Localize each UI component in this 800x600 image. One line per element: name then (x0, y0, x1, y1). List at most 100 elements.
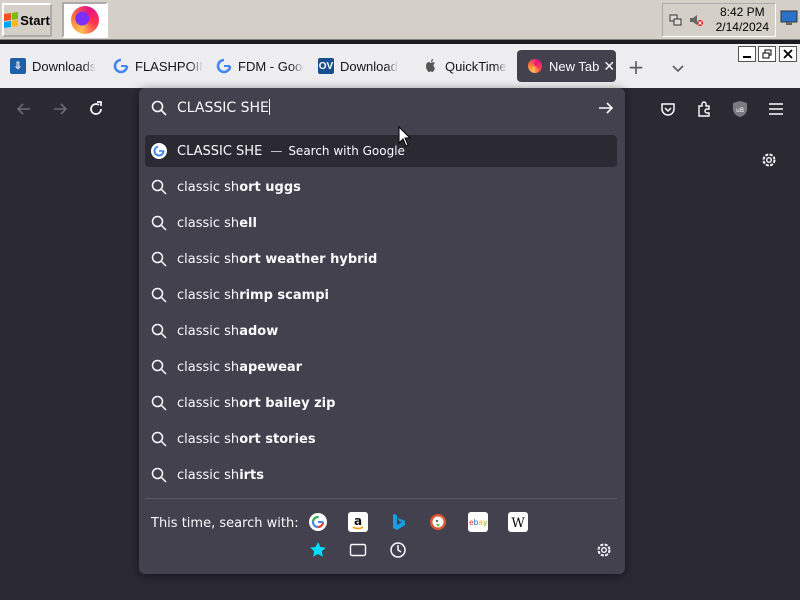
pocket-icon[interactable] (659, 100, 677, 118)
ebay-icon[interactable]: ebay (468, 512, 488, 532)
forward-arrow-icon[interactable] (51, 100, 69, 118)
search-icon (151, 431, 167, 447)
tab-fdm-google[interactable]: FDM - Google (206, 50, 304, 82)
divider (145, 498, 617, 499)
tab-label: Download (340, 58, 398, 74)
back-arrow-icon[interactable] (15, 100, 33, 118)
search-icon (151, 467, 167, 483)
suggestion-prefix: classic sh (177, 215, 240, 231)
suggestion-action-label: Search with Google (288, 144, 405, 158)
extensions-puzzle-icon[interactable] (695, 100, 713, 118)
start-label: Start (20, 12, 50, 28)
svg-text:a: a (354, 514, 362, 528)
tab-label: New Tab (549, 58, 600, 74)
google-g-icon (151, 143, 167, 159)
bing-icon[interactable] (388, 512, 408, 532)
ublock-shield-icon[interactable]: uB (731, 100, 749, 118)
search-settings-gear-icon[interactable] (595, 541, 613, 559)
close-window-button[interactable] (779, 46, 797, 62)
amazon-icon[interactable]: a (348, 512, 368, 532)
google-icon[interactable] (308, 512, 328, 532)
suggestion-action: — Search with Google (270, 144, 405, 158)
list-item[interactable]: classic sh ort weather hybrid (145, 243, 617, 275)
list-item[interactable]: classic sh irts (145, 459, 617, 491)
customize-gear-icon[interactable] (760, 151, 778, 169)
search-icon (151, 323, 167, 339)
url-input-row[interactable]: CLASSIC SHE (139, 88, 625, 128)
history-clock-icon[interactable] (388, 540, 408, 560)
restore-button[interactable] (758, 46, 776, 62)
tab-download-ov[interactable]: OV Download (308, 50, 410, 82)
suggestion-completion: apewear (239, 359, 303, 375)
tab-label: QuickTime (445, 58, 507, 74)
minimize-button[interactable] (738, 46, 756, 62)
search-icon (151, 215, 167, 231)
clock[interactable]: 8:42 PM 2/14/2024 (716, 5, 769, 35)
search-icon (151, 287, 167, 303)
downloads-site-icon: ⇩ (10, 58, 26, 74)
url-bar-dropdown: CLASSIC SHE CLASSIC SHE — Search with Goo… (139, 88, 625, 574)
search-icon (151, 251, 167, 267)
volume-muted-icon[interactable] (689, 13, 703, 27)
tabs-icon[interactable] (348, 540, 368, 560)
svg-text:W: W (511, 516, 525, 530)
chevron-down-icon[interactable] (668, 58, 688, 78)
taskbar-firefox-button[interactable] (62, 2, 108, 38)
duckduckgo-icon[interactable] (428, 512, 448, 532)
url-input[interactable]: CLASSIC SHE (177, 98, 577, 118)
firefox-icon (527, 58, 543, 74)
search-icon (151, 179, 167, 195)
tab-label: FDM - Google (238, 58, 304, 74)
apple-icon (423, 58, 439, 74)
oneoff-search-label: This time, search with: (151, 516, 299, 531)
google-g-icon (113, 58, 129, 74)
svg-text:ebay: ebay (469, 518, 487, 527)
tab-quicktime[interactable]: QuickTime (413, 50, 515, 82)
suggestion-completion: irts (239, 467, 265, 483)
list-item[interactable]: classic sh ell (145, 207, 617, 239)
firefox-icon (71, 6, 99, 34)
list-item[interactable]: classic sh rimp scampi (145, 279, 617, 311)
tab-bar: ⇩ Downloads FLASHPOINT FDM - Google OV D… (0, 44, 800, 88)
suggestion-prefix: classic sh (177, 431, 240, 447)
suggestion-completion: rimp scampi (239, 287, 329, 303)
text-caret (268, 99, 270, 115)
suggestion-search-with-google[interactable]: CLASSIC SHE — Search with Google (145, 135, 617, 167)
wikipedia-icon[interactable]: W (508, 512, 528, 532)
network-icon[interactable] (669, 13, 683, 27)
clock-time: 8:42 PM (719, 5, 765, 19)
windows-logo-icon (4, 12, 19, 28)
tab-label: Downloads (32, 58, 97, 74)
suggestion-prefix: classic sh (177, 179, 240, 195)
list-item[interactable]: classic sh ort stories (145, 423, 617, 455)
suggestion-prefix: classic sh (177, 467, 240, 483)
search-icon (151, 395, 167, 411)
suggestion-prefix: classic sh (177, 251, 240, 267)
search-icon (151, 359, 167, 375)
google-g-icon (216, 58, 232, 74)
list-item[interactable]: classic sh ort bailey zip (145, 387, 617, 419)
search-icon (151, 100, 167, 116)
new-tab-button[interactable]: + (626, 57, 646, 78)
suggestion-completion: ort uggs (239, 179, 301, 195)
reload-icon[interactable] (87, 100, 105, 118)
suggestion-prefix: classic sh (177, 395, 240, 411)
list-item[interactable]: classic sh adow (145, 315, 617, 347)
tab-flashpoint[interactable]: FLASHPOINT (103, 50, 203, 82)
tab-new-tab[interactable]: New Tab ✕ (517, 50, 616, 82)
suggestion-prefix: classic sh (177, 359, 240, 375)
list-item[interactable]: classic sh apewear (145, 351, 617, 383)
hamburger-menu-icon[interactable] (767, 100, 785, 118)
tab-downloads[interactable]: ⇩ Downloads (0, 50, 102, 82)
list-item[interactable]: classic sh ort uggs (145, 171, 617, 203)
suggestion-prefix: classic sh (177, 287, 240, 303)
windows-taskbar: Start 8:42 PM 2/14/2024 (0, 0, 800, 40)
bookmarks-star-icon[interactable] (308, 540, 328, 560)
suggestion-completion: ort bailey zip (239, 395, 336, 411)
suggestion-text: CLASSIC SHE (177, 143, 263, 159)
mouse-pointer-icon (398, 126, 412, 147)
go-arrow-icon[interactable] (597, 100, 615, 116)
show-desktop-icon[interactable] (780, 10, 798, 26)
close-tab-icon[interactable]: ✕ (603, 58, 615, 75)
start-button[interactable]: Start (2, 3, 52, 37)
